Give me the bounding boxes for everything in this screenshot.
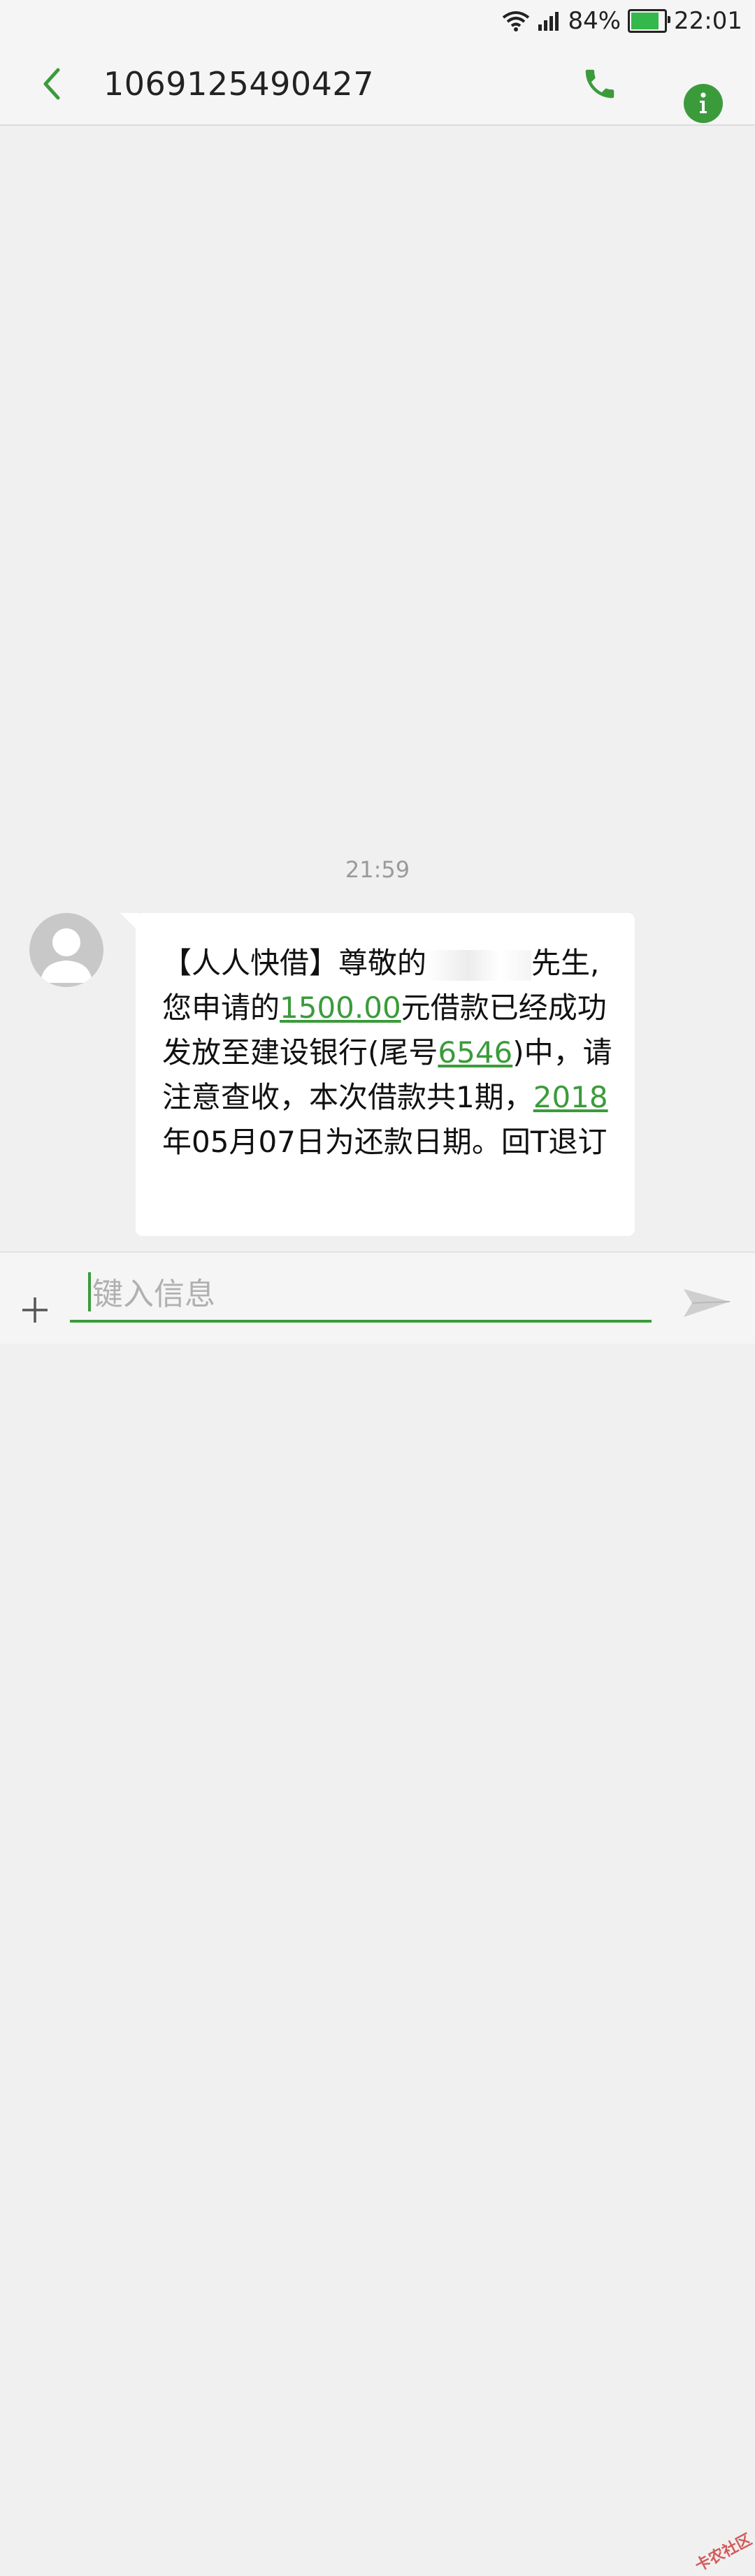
wifi-icon	[502, 10, 530, 31]
battery-level	[631, 13, 659, 29]
info-icon	[700, 92, 707, 113]
date-link[interactable]: 2018	[533, 1080, 608, 1114]
send-icon	[684, 1289, 731, 1317]
signal-icon	[537, 10, 561, 31]
message-segment: 【人人快借】尊敬的	[162, 946, 427, 980]
message-timestamp: 21:59	[345, 856, 410, 883]
amount-link[interactable]: 1500.00	[280, 991, 401, 1025]
card-number-link[interactable]: 6546	[438, 1035, 512, 1070]
conversation-toolbar: 1069125490427	[0, 42, 755, 126]
status-icons: 84% 22:01	[502, 4, 742, 38]
add-attachment-button[interactable]	[20, 1295, 50, 1325]
clock: 22:01	[674, 7, 742, 35]
composer: 卡农社区	[0, 1251, 755, 2575]
watermark: 卡农社区	[692, 2531, 755, 2575]
battery-icon	[628, 9, 671, 33]
status-bar: 84% 22:01	[0, 0, 755, 42]
message-input-field[interactable]	[70, 1267, 652, 1323]
message-segment: 年05月07日为还款日期。回T退订	[162, 1125, 607, 1159]
avatar[interactable]	[29, 913, 103, 987]
back-button[interactable]	[31, 63, 73, 105]
plus-icon	[22, 1297, 48, 1323]
message-input[interactable]	[91, 1267, 646, 1321]
chevron-left-icon	[43, 68, 60, 100]
info-button[interactable]	[684, 84, 723, 123]
contact-number: 1069125490427	[103, 65, 374, 103]
battery-percent: 84%	[568, 7, 621, 35]
call-button[interactable]	[579, 63, 621, 105]
phone-icon	[585, 69, 614, 99]
message-text: 【人人快借】尊敬的 先生,您申请的1500.00元借款已经成功发放至建设银行(尾号…	[162, 941, 614, 1165]
send-button[interactable]	[680, 1274, 735, 1330]
person-icon	[41, 928, 92, 983]
redacted-name	[426, 949, 532, 981]
message-bubble[interactable]: 【人人快借】尊敬的 先生,您申请的1500.00元借款已经成功发放至建设银行(尾号…	[136, 913, 635, 1236]
